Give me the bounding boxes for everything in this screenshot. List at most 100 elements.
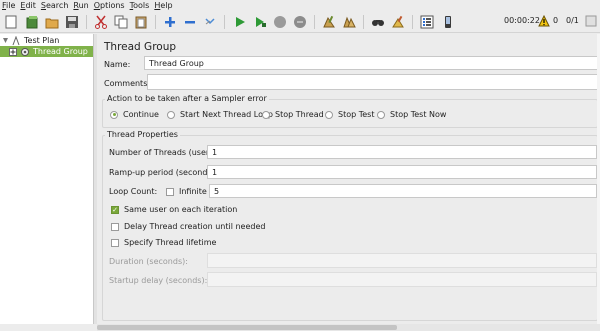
startup-delay-input[interactable] bbox=[207, 272, 597, 287]
rampup-value: 1 bbox=[212, 167, 218, 177]
open-icon[interactable] bbox=[44, 14, 60, 30]
stop-icon[interactable] bbox=[272, 14, 288, 30]
radio-stop-test-now[interactable]: Stop Test Now bbox=[377, 110, 446, 119]
test-plan-icon bbox=[10, 35, 21, 46]
threads-value: 1 bbox=[212, 147, 218, 157]
radio-label: Stop Thread bbox=[275, 110, 324, 119]
radio-indicator bbox=[262, 110, 270, 119]
checkbox-label: Infinite bbox=[179, 187, 207, 196]
menu-bar: File Edit Search Run Options Tools Help bbox=[0, 0, 600, 11]
panel-title: Thread Group bbox=[104, 41, 177, 53]
radio-label: Stop Test Now bbox=[390, 110, 447, 119]
threads-input[interactable]: 1 bbox=[207, 145, 597, 159]
elapsed-time: 00:00:22 bbox=[504, 16, 540, 25]
toolbar-separator bbox=[314, 15, 315, 29]
checkbox-box bbox=[166, 187, 174, 196]
tree-item-label: Thread Group bbox=[33, 47, 88, 56]
checkbox-label: Same user on each iteration bbox=[124, 205, 238, 214]
rampup-label: Ramp-up period (seconds): bbox=[109, 168, 218, 177]
toggle-icon[interactable] bbox=[202, 14, 218, 30]
help-icon[interactable] bbox=[440, 14, 456, 30]
toolbar-separator bbox=[155, 15, 156, 29]
clear-icon[interactable] bbox=[321, 14, 337, 30]
radio-indicator bbox=[167, 110, 175, 119]
warning-icon[interactable] bbox=[538, 15, 550, 27]
toolbar: 00:00:22 0 0/1 bbox=[0, 11, 600, 33]
warning-count: 0 bbox=[553, 16, 559, 25]
paste-icon[interactable] bbox=[133, 14, 149, 30]
function-helper-icon[interactable] bbox=[419, 14, 435, 30]
checkbox-label: Specify Thread lifetime bbox=[124, 238, 217, 247]
toolbar-separator bbox=[412, 15, 413, 29]
name-field[interactable]: Thread Group bbox=[144, 56, 600, 70]
menu-search[interactable]: Search bbox=[41, 1, 68, 10]
loop-count-input[interactable]: 5 bbox=[209, 184, 597, 198]
test-plan-tree: Test Plan Thread Group bbox=[0, 34, 94, 324]
menu-edit[interactable]: Edit bbox=[20, 1, 36, 10]
start-no-pauses-icon[interactable] bbox=[252, 14, 268, 30]
thread-group-panel: Thread Group Name: Thread Group Comments… bbox=[97, 34, 600, 324]
duration-input[interactable] bbox=[207, 253, 597, 268]
shutdown-icon[interactable] bbox=[292, 14, 308, 30]
active-threads: 0/1 bbox=[566, 16, 579, 25]
checkbox-box bbox=[111, 238, 119, 247]
radio-indicator bbox=[325, 110, 333, 119]
toolbar-separator bbox=[224, 15, 225, 29]
checkbox-box: ✓ bbox=[111, 205, 119, 214]
radio-stop-thread[interactable]: Stop Thread bbox=[262, 110, 324, 119]
infinite-checkbox[interactable]: Infinite bbox=[166, 187, 207, 196]
radio-indicator bbox=[110, 110, 118, 119]
radio-start-next-thread-loop[interactable]: Start Next Thread Loop bbox=[167, 110, 273, 119]
radio-stop-test[interactable]: Stop Test bbox=[325, 110, 374, 119]
duration-label: Duration (seconds): bbox=[109, 257, 188, 266]
collapse-toggle-icon[interactable] bbox=[1, 36, 10, 45]
name-label: Name: bbox=[104, 60, 131, 69]
startup-delay-label: Startup delay (seconds): bbox=[109, 276, 208, 285]
save-icon[interactable] bbox=[64, 14, 80, 30]
menu-file[interactable]: File bbox=[2, 1, 15, 10]
radio-label: Stop Test bbox=[338, 110, 375, 119]
radio-label: Continue bbox=[123, 110, 159, 119]
menu-options[interactable]: Options bbox=[94, 1, 125, 10]
expand-toggle-icon[interactable] bbox=[9, 47, 17, 56]
loop-count-value: 5 bbox=[214, 186, 220, 196]
comments-label: Comments: bbox=[104, 79, 151, 88]
threads-label: Number of Threads (users): bbox=[109, 148, 220, 157]
specify-lifetime-checkbox[interactable]: Specify Thread lifetime bbox=[111, 238, 216, 247]
thread-properties-title: Thread Properties bbox=[105, 130, 180, 139]
tree-item-thread-group[interactable]: Thread Group bbox=[0, 46, 93, 57]
toolbar-separator bbox=[86, 15, 87, 29]
menu-help[interactable]: Help bbox=[154, 1, 172, 10]
radio-continue[interactable]: Continue bbox=[110, 110, 159, 119]
radio-label: Start Next Thread Loop bbox=[180, 110, 273, 119]
radio-indicator bbox=[377, 110, 385, 119]
new-icon[interactable] bbox=[3, 14, 19, 30]
start-icon[interactable] bbox=[232, 14, 248, 30]
clear-all-icon[interactable] bbox=[341, 14, 357, 30]
tree-item-test-plan[interactable]: Test Plan bbox=[1, 35, 59, 46]
comments-field[interactable] bbox=[147, 74, 600, 90]
reset-search-icon[interactable] bbox=[390, 14, 406, 30]
sampler-error-title: Action to be taken after a Sampler error bbox=[105, 94, 269, 103]
toolbar-separator bbox=[363, 15, 364, 29]
delay-thread-creation-checkbox[interactable]: Delay Thread creation until needed bbox=[111, 222, 265, 231]
checkbox-label: Delay Thread creation until needed bbox=[124, 222, 266, 231]
collapse-icon[interactable] bbox=[182, 14, 198, 30]
same-user-checkbox[interactable]: ✓ Same user on each iteration bbox=[111, 205, 237, 214]
thread-group-gear-icon bbox=[20, 47, 30, 57]
search-icon[interactable] bbox=[370, 14, 386, 30]
expand-icon[interactable] bbox=[162, 14, 178, 30]
menu-run[interactable]: Run bbox=[73, 1, 88, 10]
tree-item-label: Test Plan bbox=[24, 36, 60, 45]
thread-status-icon bbox=[585, 15, 597, 27]
name-value: Thread Group bbox=[149, 58, 204, 68]
copy-icon[interactable] bbox=[113, 14, 129, 30]
templates-icon[interactable] bbox=[24, 14, 40, 30]
scrollbar-thumb[interactable] bbox=[97, 325, 397, 330]
horizontal-scrollbar[interactable] bbox=[97, 324, 600, 331]
menu-tools[interactable]: Tools bbox=[130, 1, 150, 10]
cut-icon[interactable] bbox=[93, 14, 109, 30]
rampup-input[interactable]: 1 bbox=[207, 165, 597, 179]
checkbox-box bbox=[111, 222, 119, 231]
loop-count-label: Loop Count: bbox=[109, 187, 158, 196]
